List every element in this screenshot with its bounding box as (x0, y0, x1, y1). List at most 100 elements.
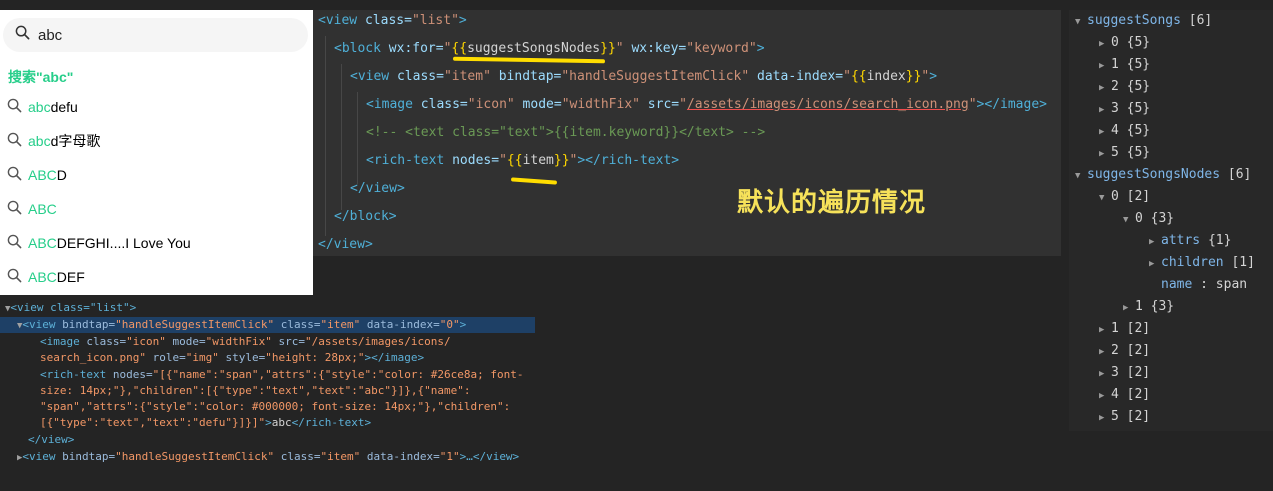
data-value: {5} (1126, 79, 1151, 94)
caret-right-icon[interactable]: ▶ (1099, 55, 1111, 77)
code-token: </block> (334, 209, 397, 224)
code-line: <!-- <text class="text">{{item.keyword}}… (366, 123, 765, 143)
data-key: attrs (1161, 233, 1201, 248)
data-row[interactable]: ▼ 0 {3} (1123, 208, 1174, 230)
code-token: " (499, 153, 507, 168)
data-row[interactable]: ▶ 0 {5} (1099, 32, 1150, 54)
code-token: nodes= (444, 153, 500, 168)
tree-token: "span","attrs":{"style":"color: #000000;… (40, 400, 511, 413)
caret-right-icon[interactable]: ▶ (1099, 341, 1111, 363)
caret-down-icon[interactable]: ▼ (1075, 165, 1087, 187)
data-separator: : (1200, 277, 1208, 292)
caret-right-icon[interactable]: ▶ (1099, 319, 1111, 341)
code-token: index (866, 69, 906, 84)
search-icon (15, 25, 30, 45)
caret-right-icon[interactable]: ▶ (1149, 231, 1161, 253)
code-token: <image (366, 97, 413, 112)
data-row[interactable]: ▶ 2 {5} (1099, 76, 1150, 98)
tree-row[interactable]: </view> (28, 432, 74, 448)
data-row[interactable]: ▶ 1 {3} (1123, 296, 1174, 318)
caret-right-icon[interactable]: ▶ (1099, 77, 1111, 99)
tree-token: <rich-text (40, 368, 107, 381)
data-row[interactable]: ▶ 4 {5} (1099, 120, 1150, 142)
caret-down-icon[interactable]: ▼ (1099, 187, 1111, 209)
tree-token: role= (145, 351, 186, 364)
suggest-item[interactable]: ABC DEFGHI....I Love You (0, 226, 313, 260)
caret-right-icon[interactable]: ▶ (1099, 121, 1111, 143)
tree-token: "widthFix" (205, 335, 272, 348)
code-token: bindtap= (490, 69, 562, 84)
data-row[interactable]: ▶ 1 {5} (1099, 54, 1150, 76)
caret-down-icon[interactable]: ▼ (1075, 11, 1087, 33)
tree-token: >…</view> (459, 450, 520, 463)
code-comment: <!-- <text class="text">{{item.keyword}}… (366, 125, 766, 140)
code-token: > (756, 41, 765, 56)
caret-right-icon[interactable]: ▶ (1149, 253, 1161, 275)
caret-right-icon[interactable]: ▶ (1099, 363, 1111, 385)
suggest-item[interactable]: abc d字母歌 (0, 124, 313, 158)
search-icon (7, 268, 28, 286)
tree-token: "icon" (126, 335, 166, 348)
data-row[interactable]: ▼ 0 [2] (1099, 186, 1150, 208)
data-row[interactable]: ▶ 2 [2] (1099, 340, 1150, 362)
caret-right-icon[interactable]: ▶ (1099, 407, 1111, 429)
suggest-item[interactable]: ABC DEF (0, 260, 313, 294)
tree-token: [{"type":"text","text":"defu"}]}]" (40, 416, 266, 429)
data-value: {5} (1126, 57, 1151, 72)
suggest-rest: d字母歌 (50, 133, 101, 149)
data-key: 3 (1111, 365, 1119, 380)
search-input[interactable] (38, 26, 278, 44)
code-editor[interactable]: <view class="list"> <block wx:for="{{sug… (313, 10, 1061, 256)
tree-row[interactable]: <rich-text nodes="[{"name":"span","attrs… (40, 367, 523, 383)
data-row[interactable]: ▶ 3 {5} (1099, 98, 1150, 120)
data-key: suggestSongs (1087, 13, 1181, 28)
data-row[interactable]: ▶ 1 [2] (1099, 318, 1150, 340)
tree-token: class= (274, 318, 321, 331)
tree-token: "/assets/images/icons/ (304, 335, 451, 348)
suggest-rest: D (56, 167, 67, 183)
tree-row[interactable]: ▼<view class="list"> (5, 300, 136, 316)
data-row[interactable]: ▼ suggestSongs [6] (1075, 10, 1212, 32)
search-hint[interactable]: 搜索"abc" (8, 67, 73, 87)
tree-row-cont: "span","attrs":{"style":"color: #000000;… (40, 399, 510, 415)
caret-right-icon[interactable]: ▶ (1123, 297, 1135, 319)
caret-right-icon[interactable]: ▶ (1099, 385, 1111, 407)
data-value: [2] (1126, 409, 1151, 424)
data-row[interactable]: ▶ attrs {1} (1149, 230, 1231, 252)
data-row[interactable]: ▶ 5 [2] (1099, 406, 1150, 428)
suggest-highlight: abc (28, 99, 51, 115)
data-row[interactable]: ▶ 3 [2] (1099, 362, 1150, 384)
data-key: 1 (1111, 57, 1119, 72)
caret-right-icon[interactable]: ▶ (1099, 33, 1111, 55)
suggest-highlight: ABC (28, 269, 57, 285)
data-key: 0 (1135, 211, 1143, 226)
code-line: <image class="icon" mode="widthFix" src=… (366, 95, 1047, 115)
data-row[interactable]: ▶ children [1] (1149, 252, 1255, 274)
tree-row[interactable]: ▶<view bindtap="handleSuggestItemClick" … (17, 449, 519, 465)
data-row[interactable]: ▶ 4 [2] (1099, 384, 1150, 406)
tree-row-selected[interactable]: ▼<view bindtap="handleSuggestItemClick" … (17, 317, 466, 333)
caret-right-icon[interactable]: ▶ (1099, 143, 1111, 165)
search-bar[interactable] (3, 18, 308, 52)
data-row[interactable]: ▼ suggestSongsNodes [6] (1075, 164, 1251, 186)
element-tree[interactable]: ▼<view class="list"> ▼<view bindtap="han… (0, 297, 535, 467)
caret-down-icon[interactable]: ▼ (1123, 209, 1135, 231)
suggest-item[interactable]: ABC D (0, 158, 313, 192)
data-value: {5} (1126, 101, 1151, 116)
code-link[interactable]: /assets/images/icons/search_icon.png (687, 97, 969, 112)
tree-token: <image (40, 335, 80, 348)
code-token: " (679, 97, 687, 112)
tree-row[interactable]: <image class="icon" mode="widthFix" src=… (40, 334, 451, 350)
suggest-rest: defu (50, 99, 78, 115)
tree-token: </view> (28, 433, 75, 446)
caret-right-icon[interactable]: ▶ (1099, 99, 1111, 121)
code-token: ></rich-text> (577, 153, 680, 168)
suggest-item[interactable]: ABC (0, 192, 313, 226)
suggest-highlight: abc (28, 133, 51, 149)
suggest-list: abc defu abc d字母歌 ABC D ABC ABC DEFGHI....I … (0, 90, 313, 294)
code-token: ></image> (976, 97, 1047, 112)
appdata-tree[interactable]: ▼ suggestSongs [6] ▶ 0 {5} ▶ 1 {5} ▶ 2 {5} ▶… (1069, 10, 1273, 431)
suggest-item[interactable]: abc defu (0, 90, 313, 124)
data-row[interactable]: ▶ 5 {5} (1099, 142, 1150, 164)
data-key: 0 (1111, 189, 1119, 204)
